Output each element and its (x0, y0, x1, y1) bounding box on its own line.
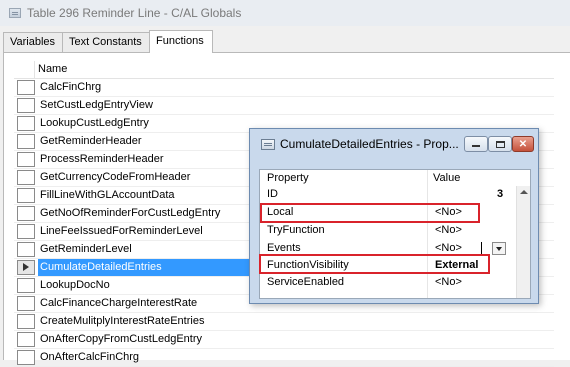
table-row[interactable]: CalcFinChrg (14, 79, 554, 97)
function-name[interactable]: GetNoOfReminderForCustLedgEntry (40, 207, 220, 219)
row-selector[interactable] (17, 350, 35, 365)
table-row[interactable]: SetCustLedgEntryView (14, 97, 554, 115)
tab-text-constants[interactable]: Text Constants (62, 32, 150, 52)
property-row-serviceenabled[interactable]: ServiceEnabled <No> (260, 274, 516, 291)
row-selector[interactable] (17, 224, 35, 239)
close-button[interactable]: ✕ (512, 136, 534, 152)
properties-scrollbar[interactable] (516, 186, 530, 298)
window-icon (9, 8, 21, 18)
row-selector[interactable] (17, 296, 35, 311)
tab-variables[interactable]: Variables (3, 32, 63, 52)
table-row[interactable]: CreateMulitplyInterestRateEntries (14, 313, 554, 331)
row-selector[interactable] (17, 206, 35, 221)
function-name[interactable]: FillLineWithGLAccountData (40, 189, 175, 201)
window-title: Table 296 Reminder Line - C/AL Globals (27, 6, 242, 20)
table-row[interactable]: OnAfterCopyFromCustLedgEntry (14, 331, 554, 349)
properties-window-icon (261, 138, 275, 150)
function-name[interactable]: LookupCustLedgEntry (40, 117, 149, 129)
highlight-local (260, 203, 480, 223)
events-dropdown-button[interactable] (492, 242, 506, 255)
property-value[interactable]: 3 (497, 188, 503, 200)
function-name[interactable]: GetReminderLevel (40, 243, 132, 255)
property-name: ServiceEnabled (267, 276, 345, 288)
row-selector[interactable] (17, 278, 35, 293)
row-selector[interactable] (17, 332, 35, 347)
row-selector[interactable] (17, 116, 35, 131)
function-name[interactable]: LookupDocNo (40, 279, 110, 291)
maximize-button[interactable] (488, 136, 512, 152)
row-selector[interactable] (17, 170, 35, 185)
row-selector[interactable] (17, 152, 35, 167)
minimize-button[interactable] (464, 136, 488, 152)
properties-window-title: CumulateDetailedEntries - Prop... (280, 137, 459, 151)
property-row-tryfunction[interactable]: TryFunction <No> (260, 222, 516, 239)
window-title-bar: Table 296 Reminder Line - C/AL Globals (0, 0, 570, 26)
property-value[interactable]: <No> (435, 242, 462, 254)
table-row[interactable]: OnAfterCalcFinChrg (14, 349, 554, 367)
close-icon: ✕ (518, 138, 528, 150)
property-value[interactable]: <No> (435, 276, 462, 288)
property-name: TryFunction (267, 224, 325, 236)
function-name[interactable]: CalcFinanceChargeInterestRate (40, 297, 197, 309)
function-name[interactable]: OnAfterCalcFinChrg (40, 351, 139, 363)
property-name: ID (267, 188, 278, 200)
property-row-id[interactable]: ID 3 (260, 186, 516, 203)
highlight-functionvisibility (259, 254, 490, 274)
tab-functions[interactable]: Functions (149, 30, 213, 53)
tab-bar: Variables Text Constants Functions (0, 30, 570, 53)
function-name[interactable]: ProcessReminderHeader (40, 153, 164, 165)
function-name[interactable]: CreateMulitplyInterestRateEntries (40, 315, 204, 327)
maximize-icon (495, 140, 505, 148)
property-name: Events (267, 242, 301, 254)
row-selector[interactable] (17, 242, 35, 257)
row-selector-header (14, 61, 35, 78)
row-selector[interactable] (17, 134, 35, 149)
function-name[interactable]: GetReminderHeader (40, 135, 142, 147)
function-name[interactable]: OnAfterCopyFromCustLedgEntry (40, 333, 202, 345)
grid-header: Name (14, 61, 554, 79)
minimize-icon (472, 145, 480, 147)
function-name[interactable]: LineFeeIssuedForReminderLevel (40, 225, 203, 237)
column-header-property: Property (267, 172, 309, 184)
row-selector[interactable] (17, 188, 35, 203)
row-selector[interactable] (17, 98, 35, 113)
row-selector[interactable] (17, 314, 35, 329)
properties-grid: Property Value ID 3 Local <No> TryFuncti… (259, 169, 531, 299)
properties-window: CumulateDetailedEntries - Prop... ✕ Prop… (249, 128, 539, 304)
column-header-value: Value (433, 172, 461, 184)
property-value[interactable]: <No> (435, 224, 462, 236)
row-selector-current[interactable] (17, 260, 35, 275)
properties-header: Property Value (260, 170, 530, 185)
column-header-name[interactable]: Name (38, 63, 67, 75)
row-selector[interactable] (17, 80, 35, 95)
function-name[interactable]: SetCustLedgEntryView (40, 99, 153, 111)
scroll-up-icon[interactable] (518, 187, 529, 198)
function-name[interactable]: CumulateDetailedEntries (40, 261, 162, 273)
function-name[interactable]: CalcFinChrg (40, 81, 101, 93)
function-name[interactable]: GetCurrencyCodeFromHeader (40, 171, 190, 183)
